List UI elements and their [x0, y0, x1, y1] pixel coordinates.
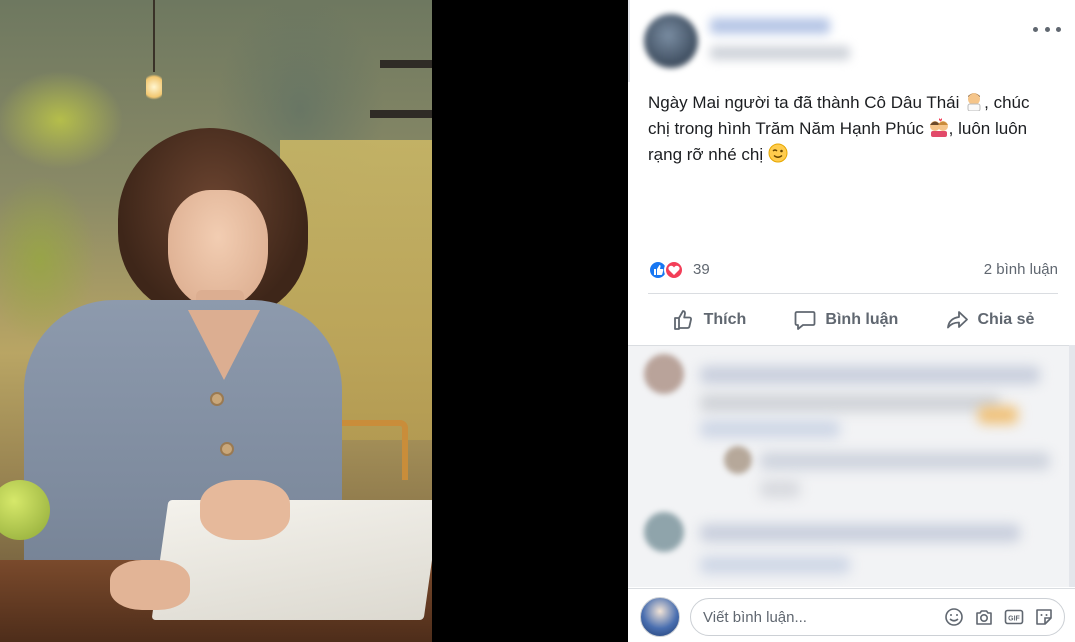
comments-section	[628, 345, 1075, 587]
post-stats: 39 2 bình luận	[648, 258, 1058, 282]
woman-hand	[110, 560, 190, 610]
dress-button	[220, 442, 234, 456]
comment-button[interactable]: Bình luận	[793, 308, 898, 332]
lamp-wire	[153, 0, 155, 72]
comment-placeholder: Viết bình luận...	[703, 609, 807, 626]
groom-emoji-icon	[967, 93, 981, 111]
woman-hand	[200, 480, 290, 540]
share-button[interactable]: Chia sẻ	[945, 308, 1034, 332]
dress-button	[210, 392, 224, 406]
share-icon	[947, 310, 969, 328]
post-text-line3: rạng rỡ nhé chị	[648, 145, 764, 164]
composer-icons: GIF	[944, 607, 1054, 627]
open-notebook	[151, 500, 432, 620]
comment-emoji-blurred	[978, 406, 1018, 424]
dress-neckline	[188, 310, 260, 380]
post-text-line2b: , luôn luôn	[948, 119, 1028, 138]
comment-label: Bình luận	[825, 310, 899, 328]
reply-avatar-blurred[interactable]	[724, 446, 752, 474]
comment-text-blurred	[700, 524, 1020, 542]
wink-emoji-icon	[768, 143, 788, 163]
emoji-icon[interactable]	[944, 607, 964, 627]
love-reaction-icon	[664, 260, 684, 280]
reaction-icons[interactable]	[648, 260, 692, 280]
post-text-line2: chị trong hình Trăm Năm Hạnh Phúc	[648, 119, 924, 138]
svg-text:GIF: GIF	[1008, 616, 1020, 623]
post-actions: Thích Bình luận Chia sẻ	[648, 293, 1058, 345]
comment-icon	[795, 310, 816, 330]
post-panel: Ngày Mai người ta đã thành Cô Dâu Thái ,…	[628, 0, 1075, 642]
comment-count-link[interactable]: 2 bình luận	[984, 261, 1058, 278]
couple-kiss-emoji-icon	[929, 118, 948, 137]
comment-composer: Viết bình luận... GIF	[628, 588, 1075, 642]
comment-input[interactable]: Viết bình luận... GIF	[690, 598, 1065, 636]
post-text-line1b: , chúc	[984, 93, 1030, 112]
more-options-icon[interactable]	[1033, 20, 1061, 38]
like-button[interactable]: Thích	[672, 308, 747, 332]
post-text-line1: Ngày Mai người ta đã thành Cô Dâu Thái	[648, 93, 960, 112]
comment-text-blurred	[700, 394, 1000, 412]
post-text: Ngày Mai người ta đã thành Cô Dâu Thái ,…	[648, 90, 1058, 168]
hanging-lamp	[146, 72, 162, 102]
current-user-avatar[interactable]	[640, 597, 680, 637]
wall-shelf	[380, 60, 432, 68]
share-label: Chia sẻ	[977, 310, 1035, 328]
wall-shelf	[370, 110, 432, 118]
comments-scrollbar[interactable]	[1069, 345, 1075, 587]
gif-icon[interactable]: GIF	[1004, 607, 1024, 627]
post-meta-blurred	[710, 46, 850, 60]
commenter-avatar-blurred[interactable]	[644, 512, 684, 552]
author-avatar[interactable]	[644, 14, 698, 68]
like-label: Thích	[703, 310, 747, 328]
reaction-count[interactable]: 39	[693, 261, 710, 278]
comment-text-blurred	[700, 366, 1040, 384]
thumbs-up-icon	[673, 309, 692, 330]
commenter-avatar-blurred[interactable]	[644, 354, 684, 394]
comment-meta-blurred	[700, 420, 840, 438]
reply-text-blurred	[760, 452, 1050, 470]
comment-meta-blurred	[700, 556, 850, 574]
sticker-icon[interactable]	[1034, 607, 1054, 627]
post-photo[interactable]	[0, 0, 432, 642]
author-name-blurred[interactable]	[710, 18, 830, 34]
photo-viewer	[0, 0, 628, 642]
reply-meta-blurred	[760, 480, 800, 498]
post-header	[628, 0, 1075, 82]
camera-icon[interactable]	[974, 607, 994, 627]
